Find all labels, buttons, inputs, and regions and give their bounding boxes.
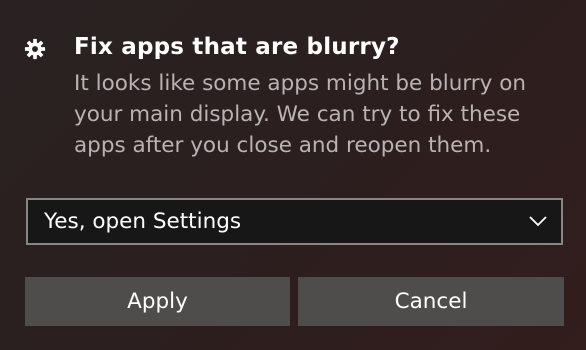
notification-body: It looks like some apps might be blurry …	[74, 68, 554, 161]
blurry-apps-notification: Fix apps that are blurry? It looks like …	[0, 0, 586, 350]
body-line: your main display. We can try to fix the…	[74, 102, 521, 127]
cancel-button[interactable]: Cancel	[298, 277, 564, 326]
body-line: apps after you close and reopen them.	[74, 133, 492, 158]
action-dropdown[interactable]: Yes, open Settings	[26, 198, 563, 245]
gear-icon	[24, 38, 46, 60]
notification-title: Fix apps that are blurry?	[74, 34, 400, 60]
chevron-down-icon	[529, 216, 547, 227]
body-line: It looks like some apps might be blurry …	[74, 71, 526, 96]
apply-button[interactable]: Apply	[25, 277, 290, 326]
dropdown-selected-value: Yes, open Settings	[44, 209, 242, 234]
